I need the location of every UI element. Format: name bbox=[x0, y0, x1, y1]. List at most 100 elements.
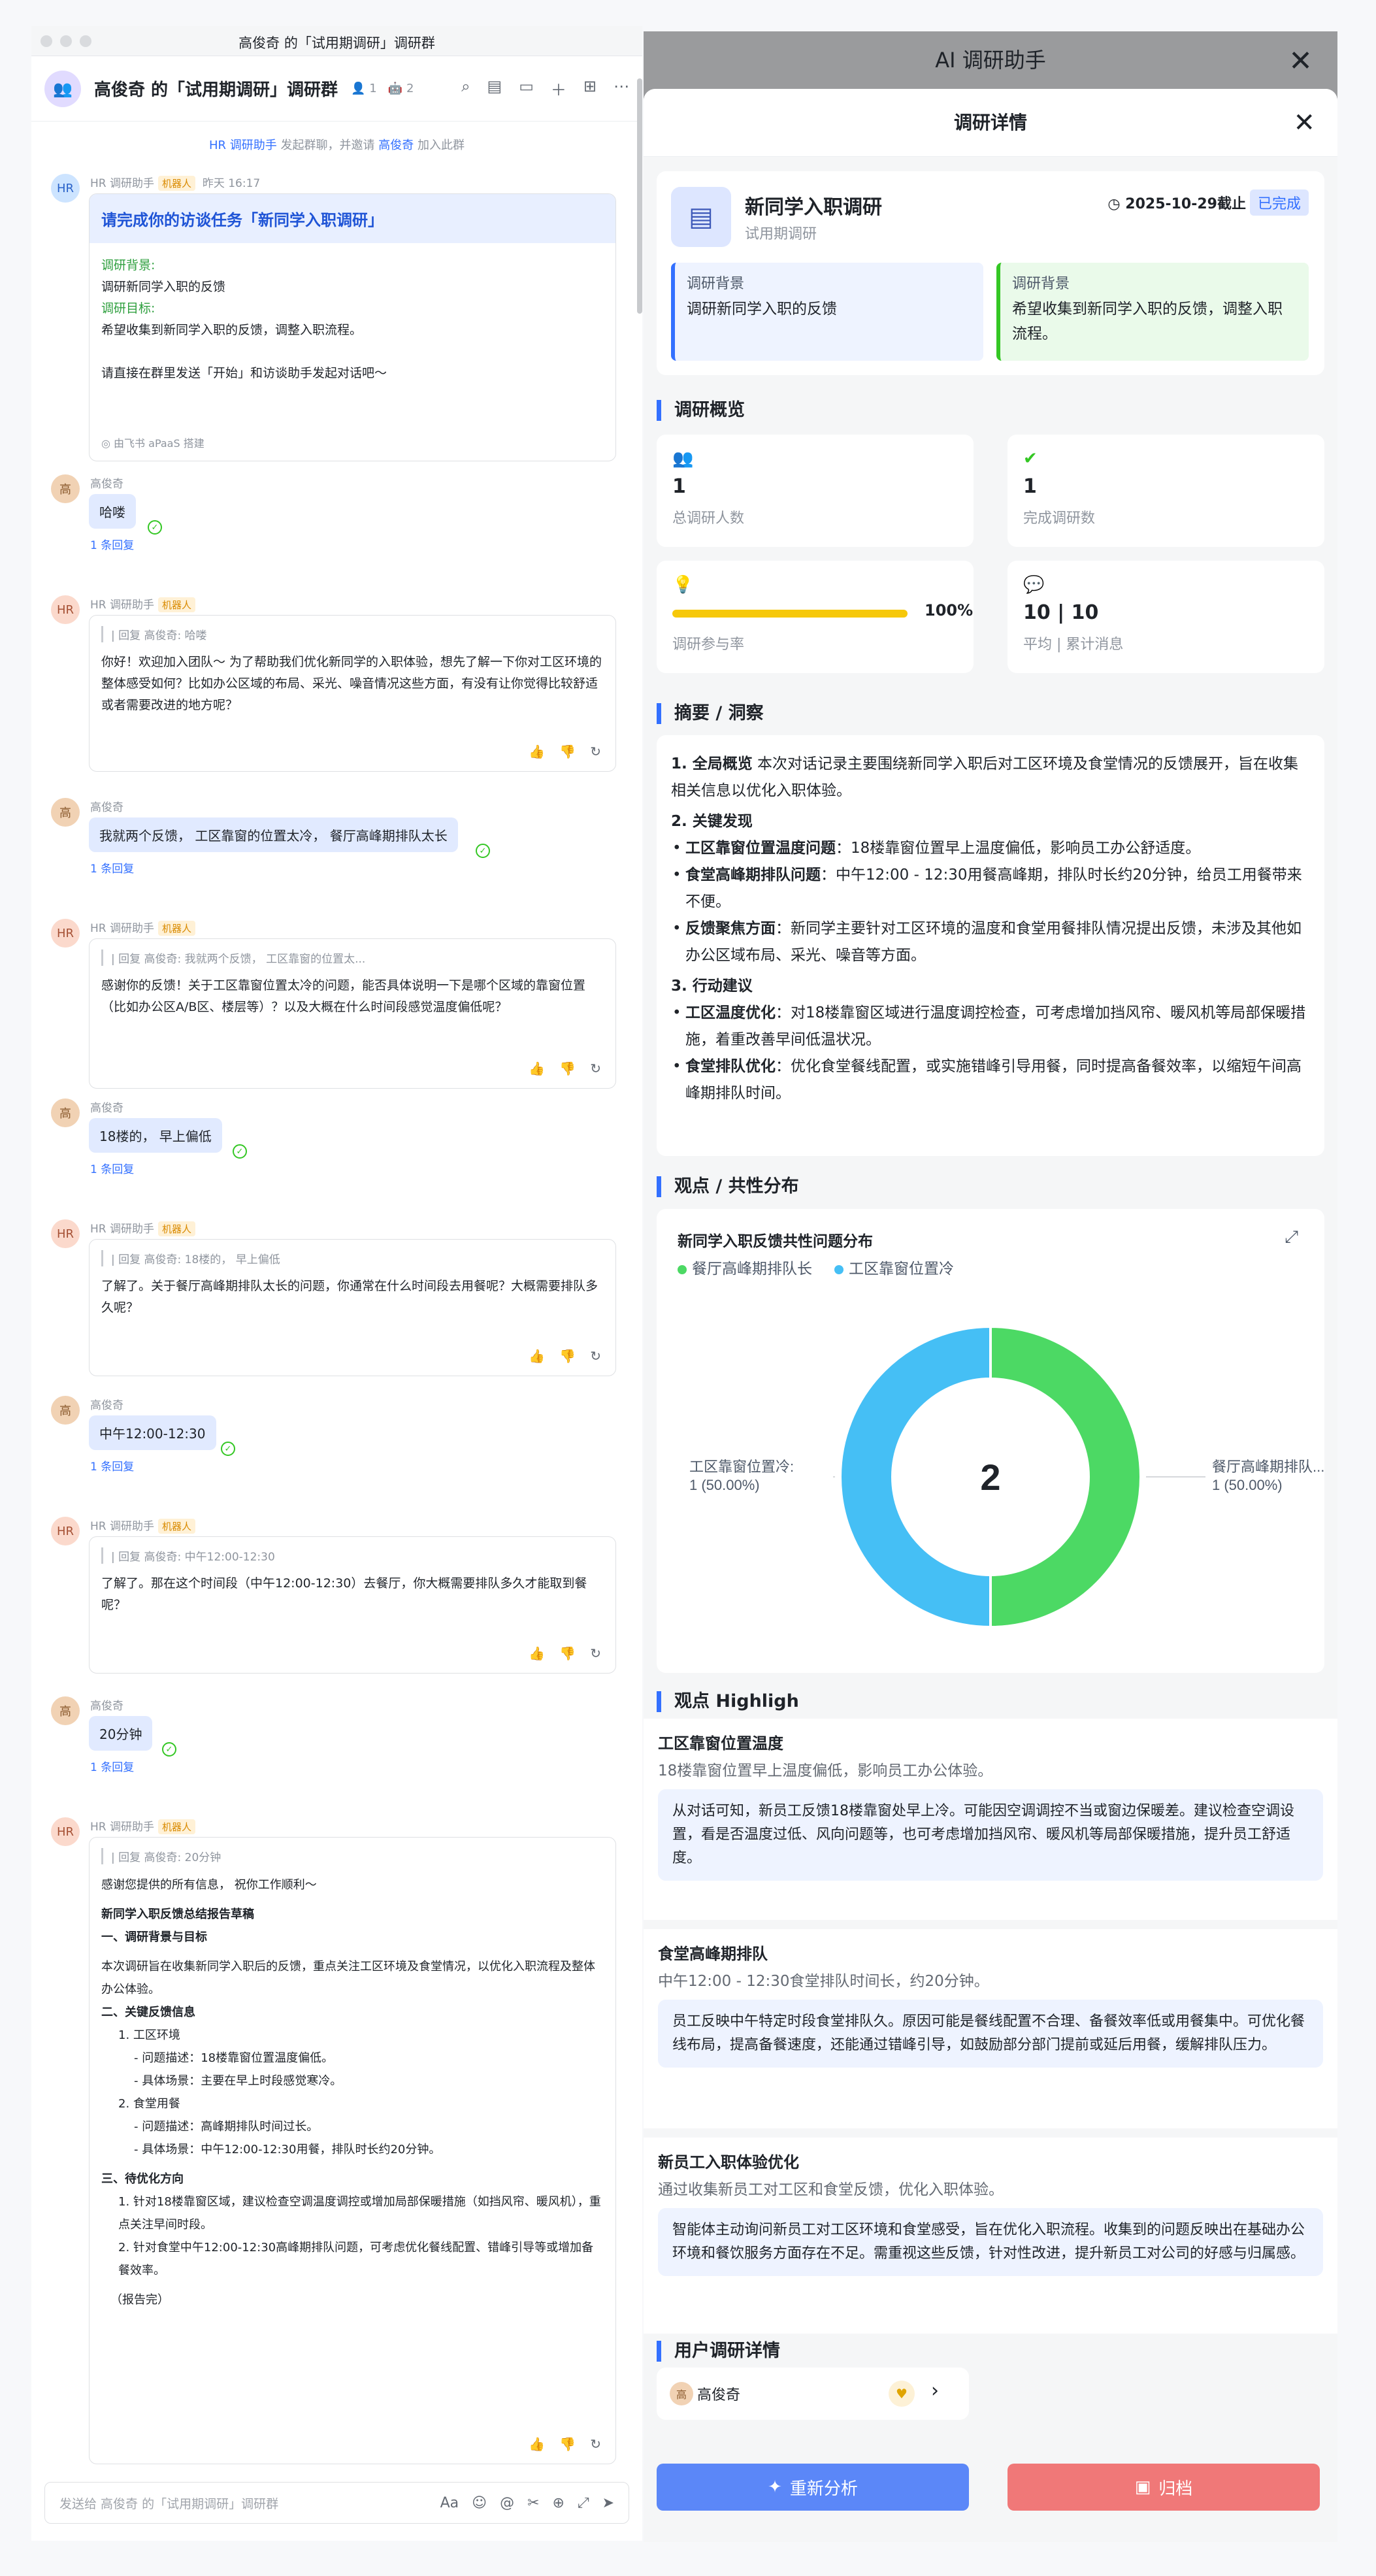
add-member-icon[interactable]: ＋ bbox=[551, 77, 566, 100]
survey-type: 试用期调研 bbox=[745, 226, 817, 242]
chart-title: 新同学入职反馈共性问题分布 bbox=[678, 1233, 873, 1250]
task-card: 请完成你的访谈任务「新同学入职调研」 调研背景: 调研新同学入职的反馈 调研目标… bbox=[89, 193, 616, 461]
window-titlebar: 高俊奇 的「试用期调研」调研群 bbox=[31, 26, 642, 56]
chat-title[interactable]: 高俊奇 的「试用期调研」调研群 bbox=[94, 76, 338, 101]
ai-assistant-overlay: AI 调研助手 ✕ 调研详情 ✕ ▤ 新同学入职调研 试用期调研 ◷ 2025-1… bbox=[644, 31, 1337, 2542]
sender-name: HR 调研助手 机器人 bbox=[90, 1219, 196, 1236]
search-icon[interactable]: ⌕ bbox=[461, 77, 470, 100]
stat-total: 👥 1 总调研人数 bbox=[657, 435, 974, 547]
thumbs-down-icon[interactable]: 👎 bbox=[559, 2436, 576, 2452]
bot-message-report: HR HR 调研助手 机器人 | 回复 高俊奇: 20分钟 感谢您提供的所有信息，… bbox=[51, 1817, 616, 2477]
message-text: 你好！欢迎加入团队～ 为了帮助我们优化新同学的入职体验，想先了解一下你对工区环境… bbox=[101, 655, 602, 712]
stat-participation: 💡 100% 调研参与率 bbox=[657, 561, 974, 673]
system-notice: HR 调研助手 发起群聊，并邀请 高俊奇 加入此群 bbox=[209, 139, 465, 152]
reply-link[interactable]: 1 条回复 bbox=[90, 859, 134, 876]
plus-icon[interactable]: ⊕ bbox=[553, 2495, 565, 2511]
thumbs-up-icon[interactable]: 👍 bbox=[529, 744, 545, 759]
user-avatar[interactable]: 高 bbox=[51, 1696, 80, 1725]
thumbs-up-icon[interactable]: 👍 bbox=[529, 1348, 545, 1364]
mention-icon[interactable]: @ bbox=[500, 2495, 514, 2511]
archive-button[interactable]: ▣ 归档 bbox=[1007, 2464, 1320, 2511]
quote: | 回复 高俊奇: 18楼的， 早上偏低 bbox=[101, 1250, 604, 1266]
refresh-icon[interactable]: ↻ bbox=[590, 744, 601, 759]
docs-icon[interactable]: ▤ bbox=[487, 77, 502, 100]
thumbs-up-icon[interactable]: 👍 bbox=[529, 2436, 545, 2452]
message-bubble[interactable]: 我就两个反馈， 工区靠窗的位置太冷， 餐厅高峰期排队太长 bbox=[89, 817, 458, 852]
chat-toolbar: ⌕ ▤ ▭ ＋ ⊞ ⋯ bbox=[461, 77, 629, 100]
bot-avatar[interactable]: HR bbox=[51, 595, 80, 624]
user-avatar[interactable]: 高 bbox=[51, 474, 80, 503]
message-bubble[interactable]: 哈喽 bbox=[89, 494, 136, 529]
bot-avatar[interactable]: HR bbox=[51, 1219, 80, 1248]
thumbs-up-icon[interactable]: 👍 bbox=[529, 1645, 545, 1661]
bot-avatar[interactable]: HR bbox=[51, 174, 80, 203]
user-avatar[interactable]: 高 bbox=[51, 1098, 80, 1127]
highlight-item: 新员工入职体验优化 通过收集新员工对工区和食堂反馈，优化入职体验。 智能体主动询… bbox=[644, 2138, 1337, 2334]
video-icon[interactable]: ▭ bbox=[519, 77, 534, 100]
bot-avatar[interactable]: HR bbox=[51, 1517, 80, 1545]
refresh-icon[interactable]: ↻ bbox=[590, 1061, 601, 1076]
reply-link[interactable]: 1 条回复 bbox=[90, 1758, 134, 1774]
chevron-right-icon[interactable]: › bbox=[931, 2379, 939, 2402]
apps-icon[interactable]: ⊞ bbox=[583, 77, 597, 100]
user-row[interactable]: 高 高俊奇 ♥ › bbox=[657, 2368, 969, 2420]
thumbs-up-icon[interactable]: 👍 bbox=[529, 1061, 545, 1076]
reply-card: | 回复 高俊奇: 哈喽 你好！欢迎加入团队～ 为了帮助我们优化新同学的入职体验… bbox=[89, 615, 616, 772]
reanalyze-button[interactable]: ✦ 重新分析 bbox=[657, 2464, 969, 2511]
reply-link[interactable]: 1 条回复 bbox=[90, 1160, 134, 1176]
thumbs-down-icon[interactable]: 👎 bbox=[559, 1645, 576, 1661]
format-icon[interactable]: Aa bbox=[440, 2495, 459, 2511]
donut-slice[interactable] bbox=[839, 1325, 992, 1629]
chat-scrollbar[interactable] bbox=[637, 78, 642, 314]
message-input[interactable]: 发送给 高俊奇 的「试用期调研」调研群 Aa ☺ @ ✂ ⊕ ⤢ ➤ bbox=[44, 2482, 629, 2524]
goal-box: 调研背景 希望收集到新同学入职的反馈，调整入职流程。 bbox=[996, 263, 1309, 361]
legend-item[interactable]: 工区靠窗位置冷 bbox=[834, 1256, 954, 1278]
legend-item[interactable]: 餐厅高峰期排队长 bbox=[678, 1256, 812, 1278]
more-icon[interactable]: ⋯ bbox=[614, 77, 629, 100]
reply-link[interactable]: 1 条回复 bbox=[90, 1457, 134, 1474]
panel-close-icon[interactable]: ✕ bbox=[1293, 89, 1315, 157]
input-placeholder: 发送给 高俊奇 的「试用期调研」调研群 bbox=[59, 2496, 279, 2511]
thumbs-down-icon[interactable]: 👎 bbox=[559, 1348, 576, 1364]
read-check-icon: ✓ bbox=[233, 1144, 247, 1159]
expand-icon[interactable]: ⤢ bbox=[578, 2495, 589, 2511]
highlight-item: 食堂高峰期排队 中午12:00 - 12:30食堂排队时间长，约20分钟。 员工… bbox=[644, 1929, 1337, 2128]
reply-link[interactable]: 1 条回复 bbox=[90, 536, 134, 552]
send-icon[interactable]: ➤ bbox=[602, 2495, 614, 2511]
message-bubble[interactable]: 中午12:00-12:30 bbox=[89, 1415, 216, 1450]
thumbs-down-icon[interactable]: 👎 bbox=[559, 744, 576, 759]
user-message: 高 高俊奇 我就两个反馈， 工区靠窗的位置太冷， 餐厅高峰期排队太长 ✓ 1 条… bbox=[51, 798, 616, 889]
sender-name: 高俊奇 bbox=[90, 1700, 123, 1713]
heart-icon[interactable]: ♥ bbox=[889, 2381, 915, 2407]
thumbs-down-icon[interactable]: 👎 bbox=[559, 1061, 576, 1076]
sender-name: HR 调研助手 机器人 bbox=[90, 1517, 196, 1534]
task-heading: 请完成你的访谈任务「新同学入职调研」 bbox=[90, 194, 615, 243]
stat-completed: ✔ 1 完成调研数 bbox=[1007, 435, 1324, 547]
quote: | 回复 高俊奇: 我就两个反馈， 工区靠窗的位置太... bbox=[101, 949, 604, 966]
highlight-item: 工区靠窗位置温度 18楼靠窗位置早上温度偏低，影响员工办公体验。 从对话可知，新… bbox=[644, 1719, 1337, 1920]
bot-avatar[interactable]: HR bbox=[51, 1817, 80, 1846]
emoji-icon[interactable]: ☺ bbox=[472, 2495, 487, 2511]
user-avatar[interactable]: 高 bbox=[51, 1396, 80, 1425]
user-message: 高 高俊奇 哈喽 ✓ 1 条回复 bbox=[51, 474, 616, 566]
user-avatar[interactable]: 高 bbox=[51, 798, 80, 827]
message-bubble[interactable]: 18楼的， 早上偏低 bbox=[89, 1118, 222, 1153]
slice-value-label: 1 (50.00%) bbox=[1212, 1477, 1283, 1493]
donut-slice[interactable] bbox=[989, 1325, 1142, 1629]
card-footer: ◎ 由飞书 aPaaS 搭建 bbox=[101, 437, 205, 450]
reply-card: | 回复 高俊奇: 我就两个反馈， 工区靠窗的位置太... 感谢你的反馈！关于工… bbox=[89, 938, 616, 1089]
refresh-icon[interactable]: ↻ bbox=[590, 1348, 601, 1364]
summary-text: 1. 全局概览 本次对话记录主要围绕新同学入职后对工区环境及食堂情况的反馈展开，… bbox=[657, 735, 1324, 1123]
refresh-icon[interactable]: ↻ bbox=[590, 1645, 601, 1661]
message-bubble[interactable]: 20分钟 bbox=[89, 1716, 153, 1751]
close-icon[interactable]: ✕ bbox=[1288, 44, 1313, 78]
expand-icon[interactable]: ⤢ bbox=[1285, 1227, 1298, 1247]
message-actions: 👍 👎 ↻ bbox=[529, 1348, 601, 1364]
user-avatar: 高 bbox=[670, 2382, 693, 2405]
member-count[interactable]: 👤 1 🤖 2 bbox=[351, 82, 414, 95]
group-icon[interactable]: 👥 bbox=[44, 70, 81, 107]
refresh-icon[interactable]: ↻ bbox=[590, 2436, 601, 2452]
bot-avatar[interactable]: HR bbox=[51, 919, 80, 948]
scissors-icon[interactable]: ✂ bbox=[527, 2495, 539, 2511]
user-message: 高 高俊奇 中午12:00-12:30 ✓ 1 条回复 bbox=[51, 1396, 616, 1487]
